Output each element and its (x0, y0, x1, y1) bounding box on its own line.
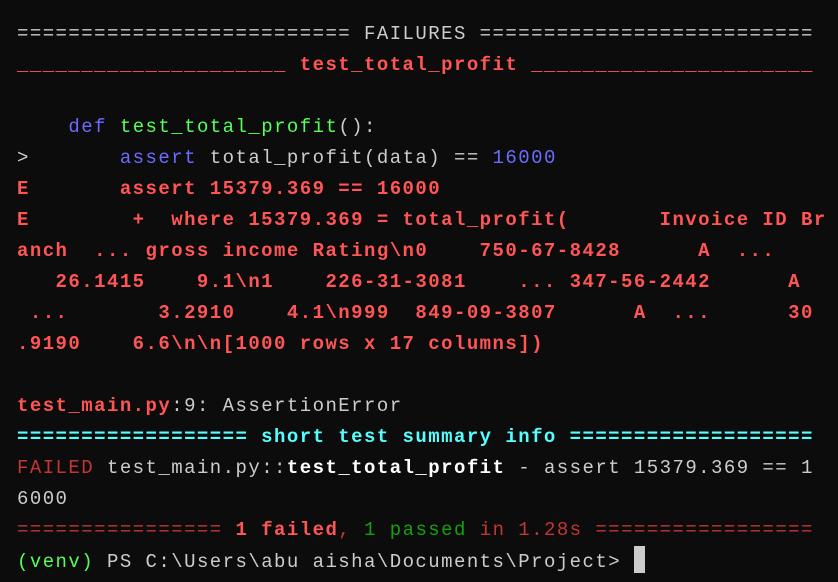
failures-header: ========================== FAILURES ====… (17, 19, 827, 50)
prompt-line: (venv) PS C:\Users\abu aisha\Documents\P… (17, 546, 827, 577)
text-segment: .9190 6.6\n\n[1000 rows x 17 columns]) (17, 333, 544, 355)
text-segment: anch ... gross income Rating\n0 750-67-8… (17, 240, 776, 262)
text-segment: test_total_profit (119, 116, 339, 138)
text-segment: > (17, 147, 120, 169)
text-segment: ================ (17, 519, 236, 541)
text-segment: E assert 15379.369 == 16000 (17, 178, 442, 200)
text-segment: FAILED (17, 457, 95, 479)
error-location-line: test_main.py:9: AssertionError (17, 391, 827, 422)
text-segment: (venv) (17, 551, 95, 573)
result-footer: ================ 1 failed, 1 passed in 1… (17, 515, 827, 546)
error-line: .9190 6.6\n\n[1000 rows x 17 columns]) (17, 329, 827, 360)
text-segment: ================== short test summary in… (17, 426, 814, 448)
error-line: E assert 15379.369 == 16000 (17, 174, 827, 205)
text-segment: test_total_profit (286, 457, 506, 479)
test-section-header: _____________________ test_total_profit … (17, 50, 827, 81)
text-segment: 1 failed (235, 519, 339, 541)
text-segment: in 1.28s (466, 519, 596, 541)
text-segment: test_main.py:: (94, 457, 287, 479)
text-segment: , (338, 519, 365, 541)
text-segment: ... 3.2910 4.1\n999 849-09-3807 A ... 30 (17, 302, 814, 324)
terminal-output[interactable]: ========================== FAILURES ====… (17, 19, 827, 577)
text-segment (107, 116, 120, 138)
error-line: ... 3.2910 4.1\n999 849-09-3807 A ... 30 (17, 298, 827, 329)
text-segment: 1 passed (364, 519, 467, 541)
text-segment: _____________________ test_total_profit … (17, 54, 814, 76)
text-segment: 26.1415 9.1\n1 226-31-3081 ... 347-56-24… (17, 271, 801, 293)
text-segment: total_profit(data) == (196, 147, 493, 169)
source-def-line: def test_total_profit(): (17, 112, 827, 143)
text-segment: 6000 (17, 488, 69, 510)
source-assert-line: > assert total_profit(data) == 16000 (17, 143, 827, 174)
error-line: E + where 15379.369 = total_profit( Invo… (17, 205, 827, 236)
text-segment: 16000 (492, 147, 557, 169)
text-segment: assert (119, 147, 197, 169)
text-segment: test_main.py (17, 395, 172, 417)
text-segment: - assert 15379.369 == 1 (505, 457, 814, 479)
text-segment: def (68, 116, 107, 138)
text-segment: ========================== FAILURES ====… (17, 23, 814, 45)
text-segment: ================= (595, 519, 814, 541)
failed-summary-line: 6000 (17, 484, 827, 515)
error-line: 26.1415 9.1\n1 226-31-3081 ... 347-56-24… (17, 267, 827, 298)
text-segment: PS C:\Users\abu aisha\Documents\Project> (94, 551, 634, 573)
failed-summary-line: FAILED test_main.py::test_total_profit -… (17, 453, 827, 484)
text-segment: (): (338, 116, 377, 138)
text-segment: :9: AssertionError (171, 395, 403, 417)
text-segment (17, 116, 68, 138)
cursor (633, 546, 645, 573)
error-line: anch ... gross income Rating\n0 750-67-8… (17, 236, 827, 267)
text-segment: E + where 15379.369 = total_profit( Invo… (17, 209, 827, 231)
summary-header: ================== short test summary in… (17, 422, 827, 453)
